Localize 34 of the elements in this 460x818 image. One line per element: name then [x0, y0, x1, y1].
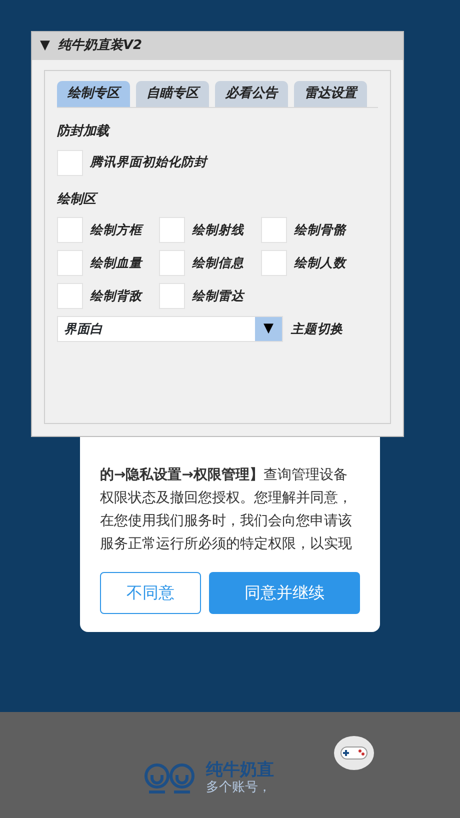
- consent-paragraph: 的→隐私设置→权限管理】查询管理设备权限状态及撤回您授权。您理解并同意，在您使用我们服务时，我们会向您申请该服务正常运行所必须的特定权限，以实现: [100, 466, 353, 554]
- checkbox[interactable]: [57, 217, 83, 243]
- smiley-logo-icon: [144, 762, 196, 794]
- checkbox-label: 绘制雷达: [192, 286, 244, 305]
- checkbox-label: 绘制血量: [90, 254, 142, 272]
- checkbox-label: 腾讯界面初始化防封: [90, 153, 207, 172]
- checkbox[interactable]: [261, 217, 287, 243]
- footer-subtitle: 多个账号，: [206, 780, 272, 796]
- checkbox[interactable]: [159, 283, 185, 309]
- dropdown-arrow-button[interactable]: ▼: [255, 317, 282, 341]
- section-heading: 绘制区: [57, 190, 99, 208]
- tab[interactable]: 必看公告: [215, 81, 288, 107]
- tab[interactable]: 雷达设置: [294, 81, 367, 107]
- checkbox[interactable]: [159, 217, 185, 243]
- checkbox-label: 绘制人数: [294, 254, 346, 272]
- section-heading: 防封加载: [57, 122, 112, 141]
- window-title: 纯牛奶直装V2: [58, 37, 142, 56]
- collapse-toggle[interactable]: ▼: [40, 36, 50, 56]
- gamepad-icon: [333, 735, 375, 771]
- footer-title: 纯牛奶直: [206, 760, 274, 780]
- tab[interactable]: 绘制专区: [57, 81, 130, 107]
- checkbox-label: 绘制方框: [90, 220, 142, 239]
- tab[interactable]: 自瞄专区: [136, 81, 209, 107]
- checkbox[interactable]: [159, 250, 185, 276]
- checkbox[interactable]: [261, 250, 287, 276]
- checkbox[interactable]: [57, 150, 83, 176]
- checkbox-label: 绘制射线: [192, 220, 244, 239]
- checkbox-label: 绘制背敌: [90, 286, 142, 305]
- checkbox[interactable]: [57, 283, 83, 309]
- checkbox-label: 绘制信息: [192, 254, 244, 272]
- checkbox-label: 绘制骨骼: [294, 220, 346, 239]
- dropdown-label: 主题切换: [291, 320, 343, 338]
- theme-dropdown[interactable]: 界面白 ▼: [57, 316, 283, 342]
- checkbox[interactable]: [57, 250, 83, 276]
